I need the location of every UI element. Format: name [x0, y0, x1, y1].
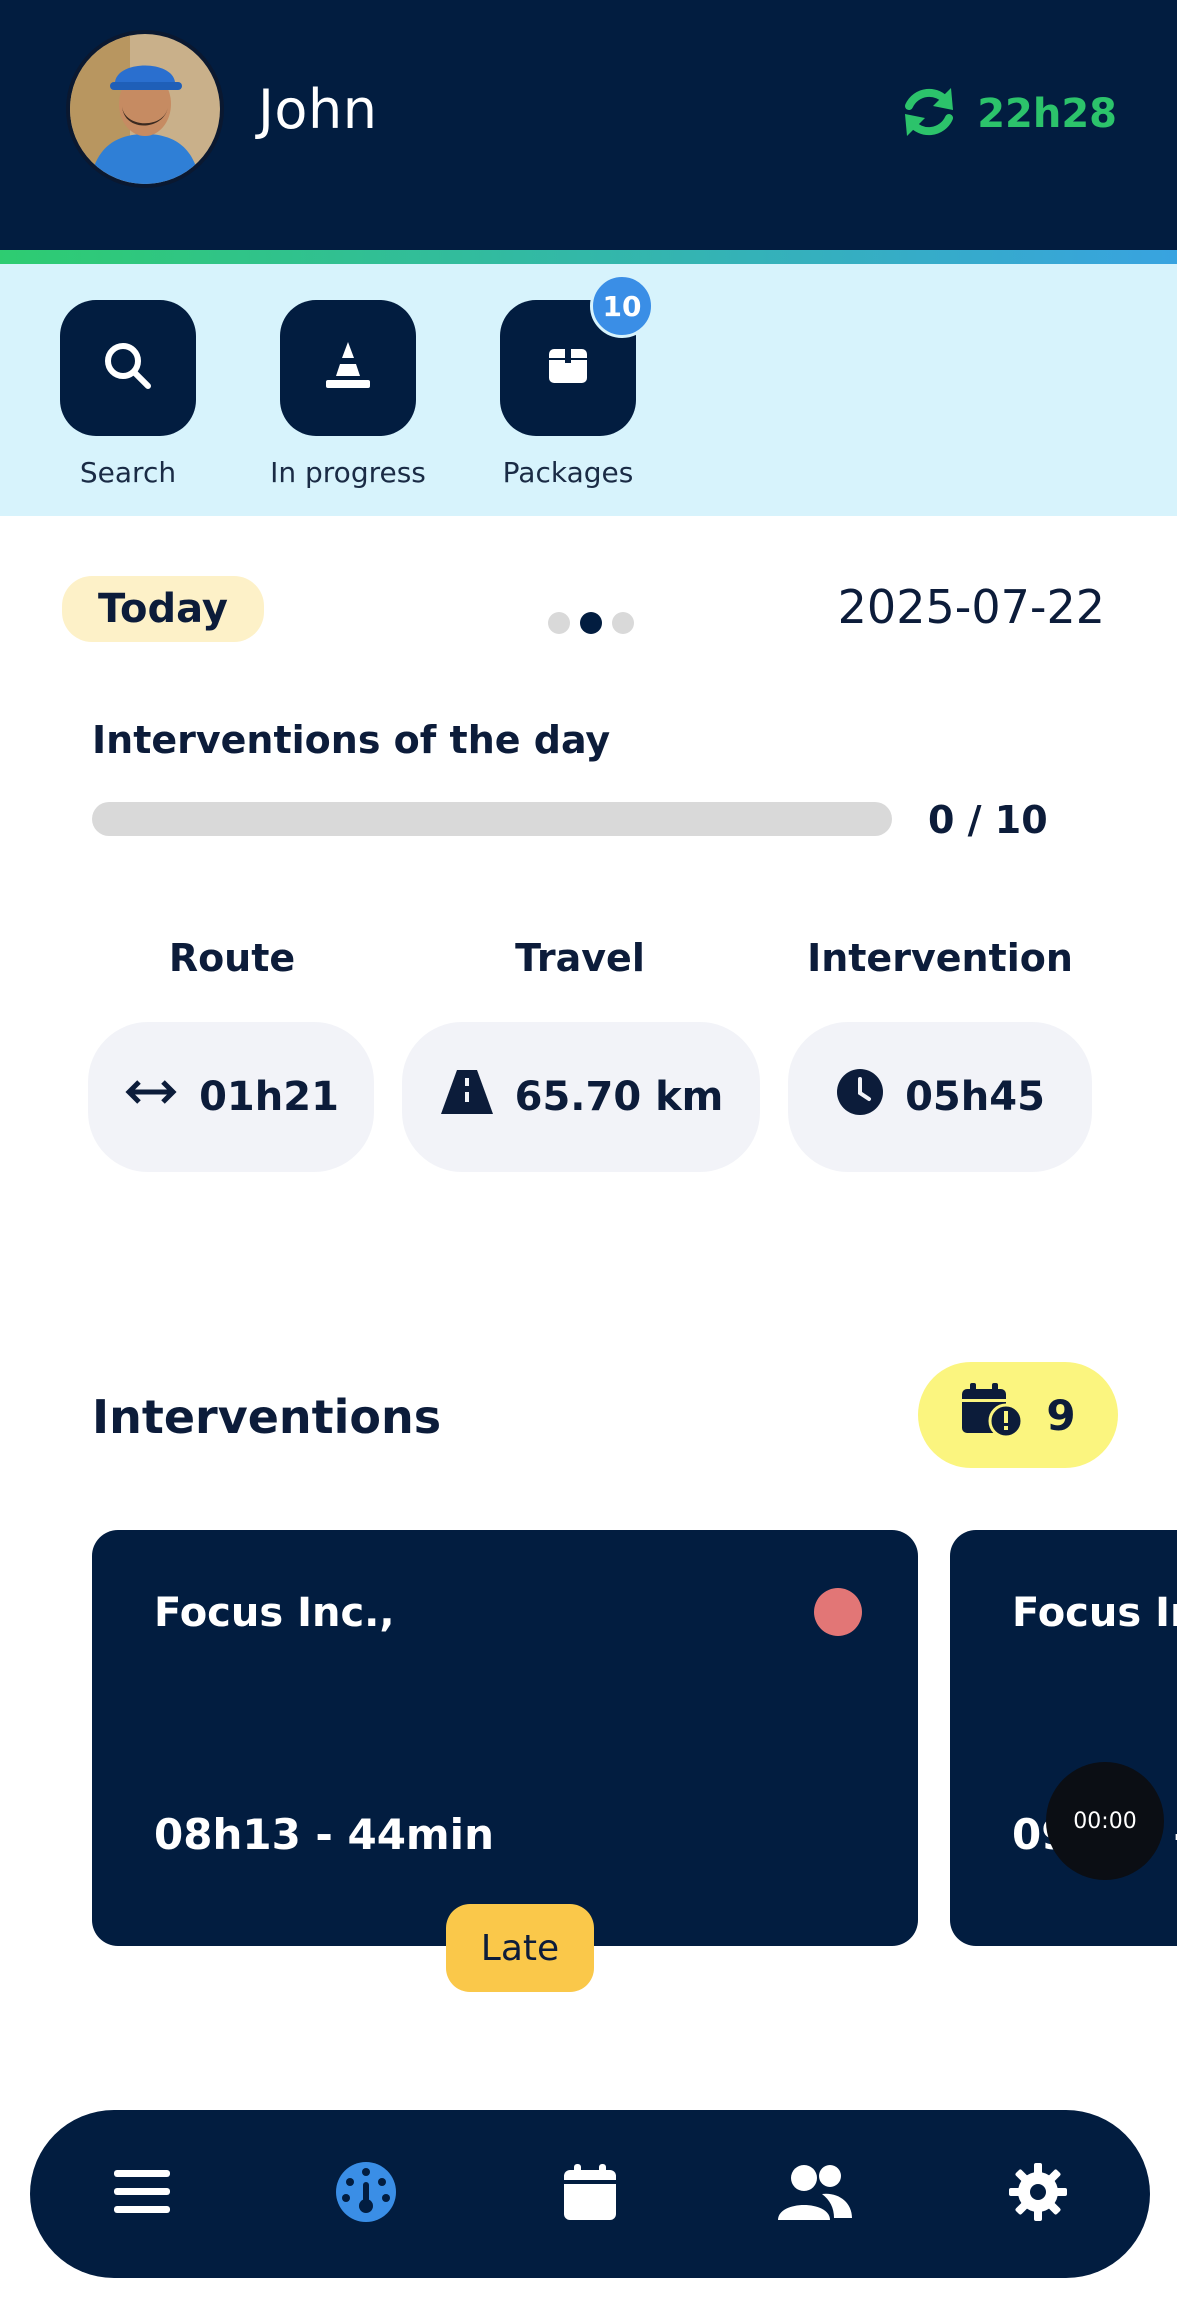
- intervention-label: Intervention: [807, 936, 1073, 980]
- intervention-card[interactable]: Focus Inc., 08h13 - 44min: [92, 1530, 918, 1946]
- dashboard-icon: [334, 2160, 398, 2228]
- nav-settings[interactable]: [983, 2139, 1093, 2249]
- search-icon: [100, 338, 156, 398]
- carousel-dot[interactable]: [612, 612, 634, 634]
- refresh-icon[interactable]: [897, 80, 961, 148]
- packages-action[interactable]: 10 Packages: [478, 274, 658, 489]
- route-label: Route: [168, 936, 296, 980]
- status-dot: [814, 1588, 862, 1636]
- nav-calendar[interactable]: [535, 2139, 645, 2249]
- route-value: 01h21: [199, 1074, 339, 1120]
- search-label: Search: [79, 456, 177, 489]
- travel-card: 65.70 km: [402, 1022, 760, 1172]
- app-header: John 22h28: [0, 0, 1177, 250]
- bottom-navigation: [30, 2110, 1150, 2278]
- road-icon: [439, 1068, 495, 1126]
- sync-status[interactable]: 22h28: [897, 80, 1117, 148]
- carousel-dots[interactable]: [548, 612, 634, 634]
- clock-icon: [835, 1067, 885, 1127]
- in-progress-label: In progress: [270, 456, 426, 489]
- header-accent-bar: [0, 250, 1177, 264]
- settings-icon: [1007, 2161, 1069, 2227]
- interventions-count-badge[interactable]: 9: [918, 1362, 1118, 1468]
- intervention-card: 05h45: [788, 1022, 1092, 1172]
- menu-icon: [112, 2166, 172, 2222]
- search-action[interactable]: Search: [38, 300, 218, 489]
- intervention-card-title: Focus Inc.,: [154, 1590, 395, 1636]
- calendar-icon: [562, 2162, 618, 2226]
- progress-text: 0 / 10: [928, 798, 1048, 842]
- intervention-value: 05h45: [905, 1074, 1045, 1120]
- users-icon: [774, 2162, 854, 2226]
- intervention-card-time: 08h13 - 44min: [154, 1810, 494, 1859]
- in-progress-button[interactable]: [280, 300, 416, 436]
- sync-time: 22h28: [977, 91, 1117, 137]
- late-status-pill: Late: [446, 1904, 594, 1992]
- avatar-image: [70, 34, 220, 184]
- travel-label: Travel: [515, 936, 645, 980]
- traffic-cone-icon: [320, 338, 376, 398]
- carousel-dot[interactable]: [548, 612, 570, 634]
- packages-badge: 10: [590, 274, 654, 338]
- arrows-horizontal-icon: [123, 1074, 179, 1120]
- carousel-dot[interactable]: [580, 612, 602, 634]
- interventions-progress-bar: [92, 802, 892, 836]
- quick-actions: Search In progress 10 Packages: [0, 264, 1177, 516]
- route-card: 01h21: [88, 1022, 374, 1172]
- package-icon: [543, 341, 593, 395]
- intervention-card-title: Focus In: [1012, 1590, 1177, 1636]
- travel-value: 65.70 km: [514, 1074, 724, 1120]
- nav-menu[interactable]: [87, 2139, 197, 2249]
- search-button[interactable]: [60, 300, 196, 436]
- nav-users[interactable]: [759, 2139, 869, 2249]
- interventions-of-day-title: Interventions of the day: [92, 718, 611, 762]
- intervention-card[interactable]: Focus In 09h01 -: [950, 1530, 1177, 1946]
- avatar[interactable]: [70, 34, 220, 184]
- in-progress-action[interactable]: In progress: [258, 300, 438, 489]
- today-pill: Today: [62, 576, 264, 642]
- packages-label: Packages: [502, 456, 634, 489]
- packages-button[interactable]: 10: [500, 274, 654, 436]
- nav-dashboard[interactable]: [311, 2139, 421, 2249]
- interventions-title: Interventions: [92, 1390, 442, 1444]
- interventions-count: 9: [1046, 1390, 1076, 1440]
- current-date: 2025-07-22: [837, 580, 1105, 634]
- user-name: John: [258, 78, 378, 141]
- recording-timer[interactable]: 00:00: [1046, 1762, 1164, 1880]
- calendar-alert-icon: [960, 1381, 1024, 1449]
